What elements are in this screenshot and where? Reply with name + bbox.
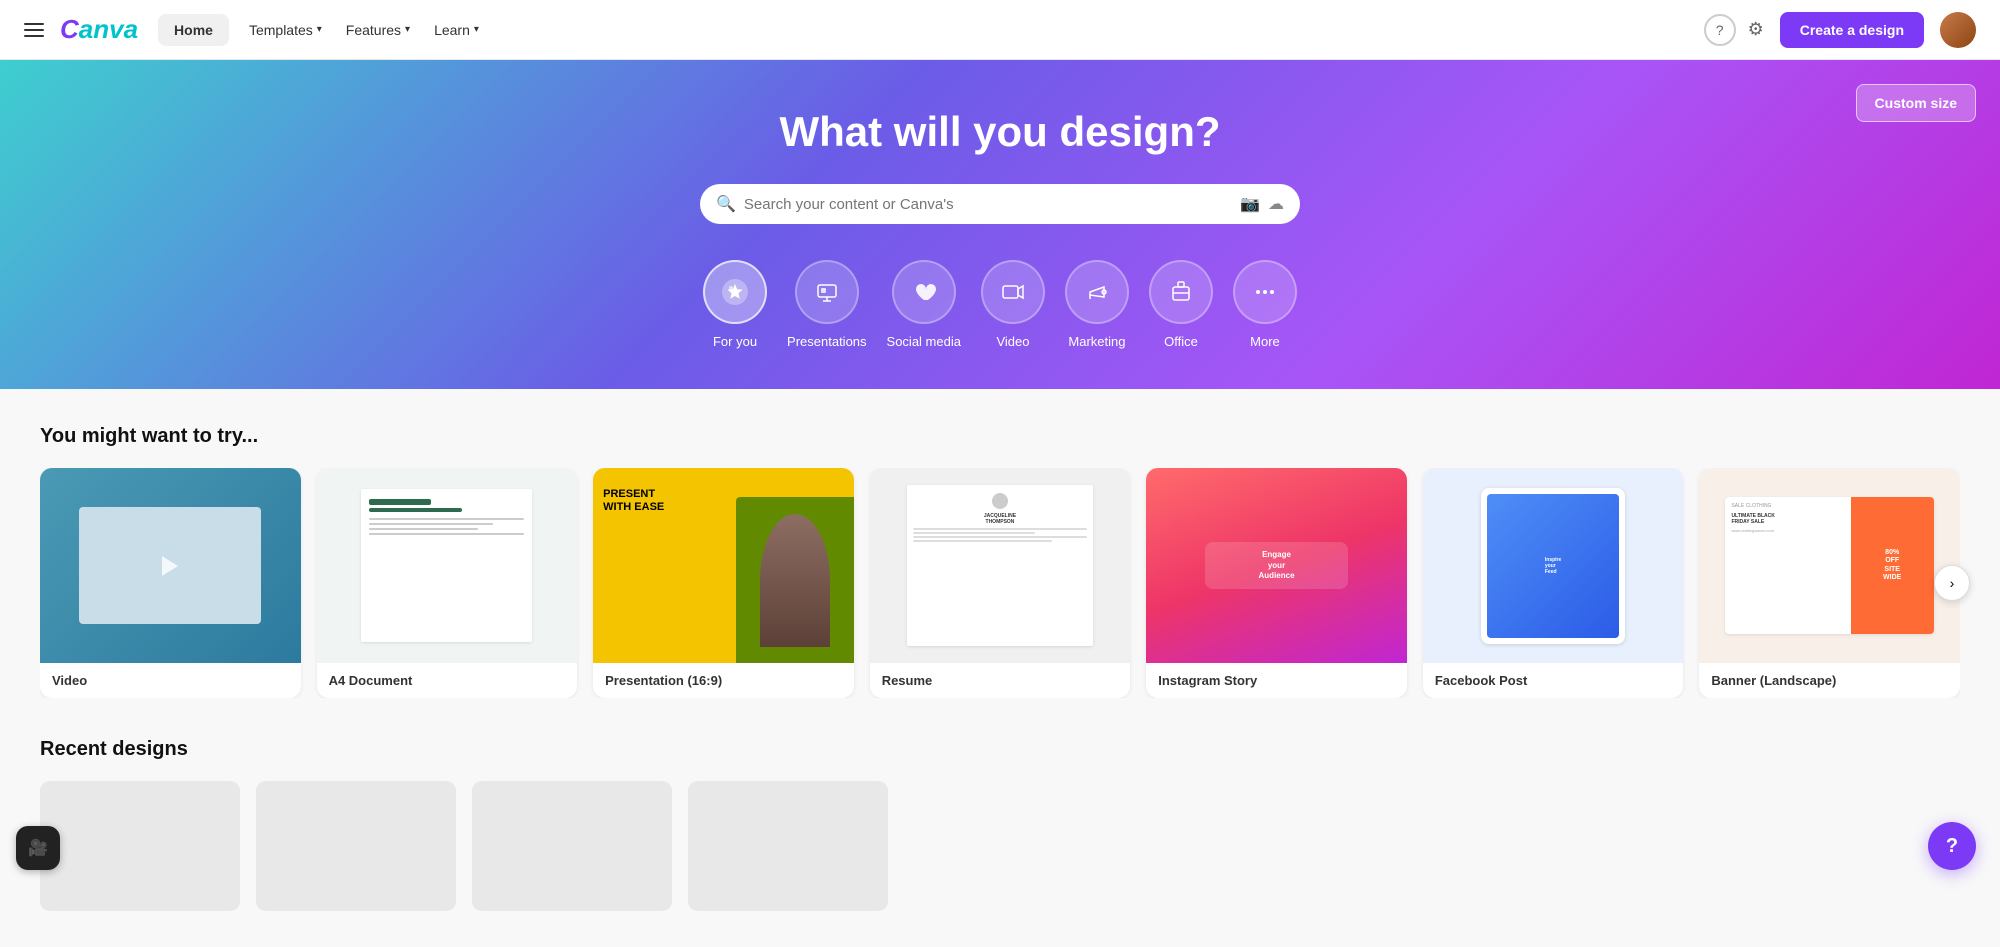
help-bubble-button[interactable]: ? [1928, 822, 1976, 870]
category-label-marketing: Marketing [1068, 334, 1125, 349]
try-card-video[interactable]: Video [40, 468, 301, 698]
chevron-down-icon: ▾ [474, 24, 479, 35]
card-thumbnail [40, 468, 301, 663]
category-label-social-media: Social media [887, 334, 961, 349]
category-marketing[interactable]: Marketing [1065, 260, 1129, 349]
card-thumb-wrapper [317, 468, 578, 663]
category-label-more: More [1250, 334, 1280, 349]
card-thumbnail [317, 468, 578, 663]
recent-card[interactable] [472, 781, 672, 911]
card-thumb-wrapper: EngageyourAudience [1146, 468, 1407, 663]
card-label: A4 Document [317, 663, 578, 698]
card-label: Instagram Story [1146, 663, 1407, 698]
learn-nav[interactable]: Learn ▾ [422, 14, 491, 46]
category-for-you[interactable]: For you [703, 260, 767, 349]
try-section-title: You might want to try... [40, 425, 1960, 448]
search-bar: 🔍 📷 ☁ [700, 184, 1300, 224]
hero-title: What will you design? [24, 108, 1976, 156]
category-row: For you Presentations Social media Video… [24, 260, 1976, 349]
templates-nav[interactable]: Templates ▾ [237, 14, 334, 46]
card-thumbnail: SALE CLOTHING ULTIMATE BLACKFRIDAY SALE … [1699, 468, 1960, 663]
category-video[interactable]: Video [981, 260, 1045, 349]
recent-card[interactable] [688, 781, 888, 911]
card-thumb-wrapper: JACQUELINETHOMPSON [870, 468, 1131, 663]
card-thumb-wrapper: SALE CLOTHING ULTIMATE BLACKFRIDAY SALE … [1699, 468, 1960, 663]
home-button[interactable]: Home [158, 14, 229, 46]
cards-next-button[interactable]: › [1934, 565, 1970, 601]
recent-card[interactable] [256, 781, 456, 911]
hero-section: Custom size What will you design? 🔍 📷 ☁ … [0, 60, 2000, 389]
try-card-banner[interactable]: SALE CLOTHING ULTIMATE BLACKFRIDAY SALE … [1699, 468, 1960, 698]
card-label: Facebook Post [1423, 663, 1684, 698]
cards-container: Video A4 Document PRESENTWITH EASE Prese… [40, 468, 1960, 698]
card-thumbnail: EngageyourAudience [1146, 468, 1407, 663]
try-card-facebook-post[interactable]: InspireyourFeed Facebook Post [1423, 468, 1684, 698]
help-button[interactable]: ? [1704, 14, 1736, 46]
card-thumb-wrapper: InspireyourFeed [1423, 468, 1684, 663]
category-icon-video [981, 260, 1045, 324]
category-icon-social-media [892, 260, 956, 324]
chevron-down-icon: ▾ [317, 24, 322, 35]
settings-button[interactable]: ⚙ [1748, 19, 1764, 40]
search-icon: 🔍 [716, 194, 736, 214]
upload-search-button[interactable]: ☁ [1268, 194, 1284, 214]
canva-logo[interactable]: Canva [60, 14, 138, 45]
recent-card[interactable] [40, 781, 240, 911]
recent-section-title: Recent designs [40, 738, 1960, 761]
try-card-a4-doc[interactable]: A4 Document [317, 468, 578, 698]
card-label: Presentation (16:9) [593, 663, 854, 698]
category-icon-marketing [1065, 260, 1129, 324]
custom-size-button[interactable]: Custom size [1856, 84, 1976, 122]
card-thumbnail: JACQUELINETHOMPSON [870, 468, 1131, 663]
recent-section: Recent designs [40, 738, 1960, 911]
avatar[interactable] [1940, 12, 1976, 48]
category-more[interactable]: More [1233, 260, 1297, 349]
category-presentations[interactable]: Presentations [787, 260, 867, 349]
hamburger-menu[interactable] [24, 23, 44, 37]
card-thumbnail: InspireyourFeed [1423, 468, 1684, 663]
category-icon-for-you [703, 260, 767, 324]
try-card-instagram-story[interactable]: EngageyourAudience Instagram Story [1146, 468, 1407, 698]
category-label-office: Office [1164, 334, 1198, 349]
card-thumb-wrapper [40, 468, 301, 663]
create-design-button[interactable]: Create a design [1780, 12, 1924, 48]
video-recorder-button[interactable]: 🎥 [16, 826, 60, 870]
category-icon-presentations [795, 260, 859, 324]
recent-designs-row [40, 781, 1960, 911]
main-content: You might want to try... Video A4 Docume… [0, 389, 2000, 947]
try-cards-row: Video A4 Document PRESENTWITH EASE Prese… [40, 468, 1960, 698]
card-thumb-wrapper: PRESENTWITH EASE [593, 468, 854, 663]
category-icon-more [1233, 260, 1297, 324]
category-social-media[interactable]: Social media [887, 260, 961, 349]
navbar: Canva Home Templates ▾ Features ▾ Learn … [0, 0, 2000, 60]
card-label: Banner (Landscape) [1699, 663, 1960, 698]
search-input[interactable] [744, 196, 1232, 213]
try-card-presentation[interactable]: PRESENTWITH EASE Presentation (16:9) [593, 468, 854, 698]
card-thumbnail: PRESENTWITH EASE [593, 468, 854, 663]
category-office[interactable]: Office [1149, 260, 1213, 349]
card-label: Video [40, 663, 301, 698]
chevron-down-icon: ▾ [405, 24, 410, 35]
try-card-resume[interactable]: JACQUELINETHOMPSON Resume [870, 468, 1131, 698]
features-nav[interactable]: Features ▾ [334, 14, 422, 46]
category-label-video: Video [996, 334, 1029, 349]
category-icon-office [1149, 260, 1213, 324]
card-label: Resume [870, 663, 1131, 698]
category-label-presentations: Presentations [787, 334, 867, 349]
category-label-for-you: For you [713, 334, 757, 349]
search-actions: 📷 ☁ [1240, 194, 1284, 214]
camera-search-button[interactable]: 📷 [1240, 194, 1260, 214]
